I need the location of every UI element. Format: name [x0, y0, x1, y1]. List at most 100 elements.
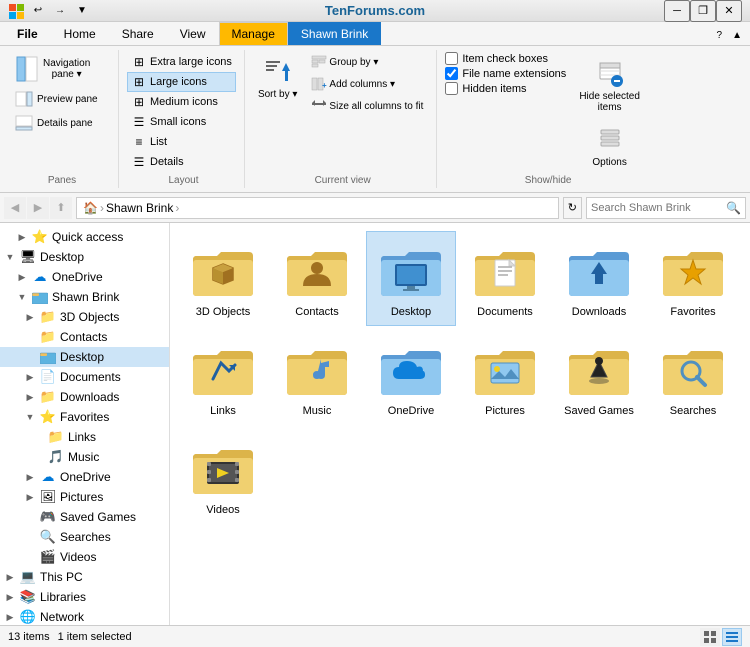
panes-label: Panes	[6, 175, 118, 186]
medium-icon: ⊞	[131, 94, 147, 110]
refresh-btn[interactable]: ↻	[563, 197, 582, 219]
item-check-checkbox[interactable]	[445, 52, 458, 65]
desktop-folder-file-icon	[379, 238, 443, 302]
hide-selected-btn[interactable]: Hide selecteditems	[572, 52, 647, 118]
hidden-items-label[interactable]: Hidden items	[445, 82, 566, 95]
file-item-favorites[interactable]: Favorites	[648, 231, 738, 326]
onedrive-file-name: OneDrive	[388, 405, 434, 418]
help-btn[interactable]: ?	[713, 28, 727, 43]
saved-games-folder-icon	[567, 337, 631, 401]
sidebar-item-documents[interactable]: ▶ 📄 Documents	[0, 367, 169, 387]
sidebar-item-desktop-selected[interactable]: Desktop	[0, 347, 169, 367]
file-ext-checkbox[interactable]	[445, 67, 458, 80]
minimize-btn[interactable]: ─	[664, 0, 690, 22]
maximize-btn[interactable]: ❐	[690, 0, 716, 22]
favorites-icon: ⭐	[40, 409, 56, 425]
sidebar-item-quick-access[interactable]: ▶ ⭐ Quick access	[0, 227, 169, 247]
sidebar-item-contacts[interactable]: 📁 Contacts	[0, 327, 169, 347]
redo-btn[interactable]: →	[50, 2, 70, 20]
file-item-videos[interactable]: Videos	[178, 429, 268, 524]
navigation-pane-btn[interactable]: Navigationpane ▾	[10, 52, 110, 86]
file-item-documents[interactable]: Documents	[460, 231, 550, 326]
links-folder-icon	[191, 337, 255, 401]
undo-btn[interactable]: ↩	[28, 2, 48, 20]
sidebar-item-shawn-brink[interactable]: ▼ Shawn Brink	[0, 287, 169, 307]
large-icon-toggle[interactable]	[700, 628, 720, 646]
sidebar-item-network[interactable]: ▶ 🌐 Network	[0, 607, 169, 625]
sidebar-item-onedrive2[interactable]: ▶ ☁ OneDrive	[0, 467, 169, 487]
expander: ▼	[4, 252, 16, 262]
file-item-saved-games[interactable]: Saved Games	[554, 330, 644, 425]
file-ext-label[interactable]: File name extensions	[445, 67, 566, 80]
tab-file[interactable]: File	[4, 22, 51, 45]
back-btn[interactable]: ◀	[4, 197, 26, 219]
file-item-links[interactable]: Links	[178, 330, 268, 425]
up-btn[interactable]: ⬆	[50, 197, 72, 219]
sidebar-item-saved-games[interactable]: 🎮 Saved Games	[0, 507, 169, 527]
sidebar-item-pictures[interactable]: ▶ 🖼 Pictures	[0, 487, 169, 507]
preview-pane-btn[interactable]: Preview pane	[10, 88, 110, 110]
close-btn[interactable]: ✕	[716, 0, 742, 22]
videos-file-name: Videos	[206, 504, 239, 517]
svg-text:+: +	[322, 81, 327, 90]
sidebar-item-onedrive[interactable]: ▶ ☁ OneDrive	[0, 267, 169, 287]
options-icon	[594, 123, 626, 155]
sidebar-item-music[interactable]: 🎵 Music	[0, 447, 169, 467]
sidebar-item-favorites[interactable]: ▼ ⭐ Favorites	[0, 407, 169, 427]
search-box: 🔍	[586, 197, 746, 219]
sort-icon	[262, 55, 294, 87]
file-item-music[interactable]: Music	[272, 330, 362, 425]
ribbon-collapse-btn[interactable]: ▲	[728, 28, 746, 43]
sidebar-item-this-pc[interactable]: ▶ 💻 This PC	[0, 567, 169, 587]
file-item-contacts[interactable]: Contacts	[272, 231, 362, 326]
title-bar: ↩ → ▼ TenForums.com ─ ❐ ✕	[0, 0, 750, 22]
options-btn[interactable]: Options	[585, 120, 633, 171]
search-input[interactable]	[591, 202, 726, 214]
forward-btn[interactable]: ▶	[27, 197, 49, 219]
group-by-btn[interactable]: Group by ▾	[306, 52, 428, 72]
view-list[interactable]: ≡ List	[127, 132, 188, 152]
file-item-3d-objects[interactable]: 3D Objects	[178, 231, 268, 326]
file-item-downloads[interactable]: Downloads	[554, 231, 644, 326]
sidebar-item-3d-objects[interactable]: ▶ 📁 3D Objects	[0, 307, 169, 327]
sidebar-item-desktop[interactable]: ▼ 🖥 Desktop	[0, 247, 169, 267]
sidebar-item-videos[interactable]: 🎬 Videos	[0, 547, 169, 567]
check-options: Item check boxes File name extensions Hi…	[445, 52, 566, 95]
file-item-pictures[interactable]: Pictures	[460, 330, 550, 425]
expander: ▶	[16, 272, 28, 283]
tab-home[interactable]: Home	[51, 22, 109, 45]
title-bar-left: ↩ → ▼	[8, 2, 92, 20]
tab-share[interactable]: Share	[109, 22, 167, 45]
size-all-btn[interactable]: Size all columns to fit	[306, 96, 428, 116]
address-path[interactable]: 🏠 › Shawn Brink ›	[76, 197, 559, 219]
file-item-onedrive[interactable]: OneDrive	[366, 330, 456, 425]
details-view-toggle[interactable]	[722, 628, 742, 646]
contacts-icon: 📁	[40, 329, 56, 345]
view-large[interactable]: ⊞ Large icons	[127, 72, 236, 92]
add-columns-btn[interactable]: + Add columns ▾	[306, 74, 428, 94]
view-medium[interactable]: ⊞ Medium icons	[127, 92, 236, 112]
file-item-searches[interactable]: Searches	[648, 330, 738, 425]
file-item-desktop[interactable]: Desktop	[366, 231, 456, 326]
details-pane-btn[interactable]: Details pane	[10, 112, 110, 134]
main-area: ▶ ⭐ Quick access ▼ 🖥 Desktop ▶ ☁ OneDriv…	[0, 223, 750, 625]
view-small[interactable]: ☰ Small icons	[127, 112, 236, 132]
item-check-label[interactable]: Item check boxes	[445, 52, 566, 65]
documents-icon: 📄	[40, 369, 56, 385]
sidebar-item-downloads[interactable]: ▶ 📁 Downloads	[0, 387, 169, 407]
list-label: List	[150, 136, 167, 148]
qa-dropdown[interactable]: ▼	[72, 2, 92, 20]
sidebar-item-libraries[interactable]: ▶ 📚 Libraries	[0, 587, 169, 607]
shawn-brink-icon	[32, 289, 48, 305]
music-icon: 🎵	[48, 449, 64, 465]
tab-manage[interactable]: Manage	[219, 22, 288, 45]
sort-by-btn[interactable]: Sort by ▾	[253, 52, 302, 103]
music-file-name: Music	[303, 405, 332, 418]
tab-view[interactable]: View	[167, 22, 219, 45]
sidebar-item-searches[interactable]: 🔍 Searches	[0, 527, 169, 547]
hidden-items-checkbox[interactable]	[445, 82, 458, 95]
view-details[interactable]: ☰ Details	[127, 152, 188, 172]
sidebar-item-links[interactable]: 📁 Links	[0, 427, 169, 447]
view-extra-large[interactable]: ⊞ Extra large icons	[127, 52, 236, 72]
tab-shawn[interactable]: Shawn Brink	[288, 22, 381, 45]
